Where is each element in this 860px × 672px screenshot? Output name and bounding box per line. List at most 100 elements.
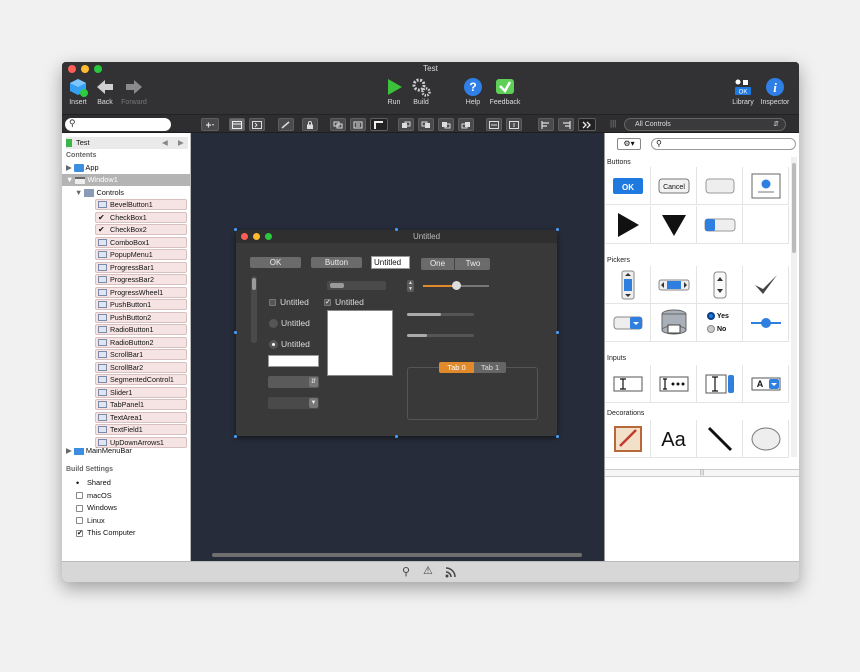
designed-window[interactable]: Untitled OK Button Untitled One Two ▲ ▼ U… xyxy=(236,230,557,436)
resize-handle-mr[interactable] xyxy=(556,331,559,334)
control-item[interactable]: ProgressBar2 xyxy=(95,274,187,285)
push-button[interactable]: Button xyxy=(311,257,362,268)
lib-disclosure-right[interactable] xyxy=(605,206,651,244)
radio-button-1[interactable]: Untitled xyxy=(269,318,310,329)
build-target[interactable]: ✔ This Computer xyxy=(76,527,135,539)
text-area[interactable] xyxy=(327,310,393,376)
tab-panel[interactable]: Tab 0 Tab 1 xyxy=(407,362,538,420)
align-left-button[interactable] xyxy=(398,118,414,131)
lib-push-button[interactable]: Cancel xyxy=(651,167,697,205)
control-item[interactable]: ✔ CheckBox2 xyxy=(95,224,187,235)
segmented-control[interactable]: One Two xyxy=(421,258,490,270)
align-right-button[interactable] xyxy=(418,118,434,131)
lib-popup-menu[interactable] xyxy=(605,304,651,342)
lib-label[interactable]: Aa xyxy=(651,420,697,458)
lock-button[interactable] xyxy=(302,118,318,131)
control-item[interactable]: PopupMenu1 xyxy=(95,249,187,260)
control-item[interactable]: ProgressBar1 xyxy=(95,261,187,273)
lib-rectangle-button[interactable] xyxy=(697,167,743,205)
code-view-button[interactable] xyxy=(249,118,265,131)
resize-handle-br[interactable] xyxy=(556,435,559,438)
lib-stepper[interactable] xyxy=(697,266,743,304)
navigator-search-field[interactable]: ⚲ xyxy=(65,118,171,131)
slider[interactable] xyxy=(423,281,489,290)
corner-button[interactable] xyxy=(370,118,388,131)
control-item[interactable]: TextField1 xyxy=(95,424,187,435)
lib-canvas[interactable] xyxy=(605,420,651,458)
library-split-handle[interactable]: ||| xyxy=(605,469,799,477)
segment-two[interactable]: Two xyxy=(456,258,490,270)
distribute-v-button[interactable] xyxy=(506,118,522,131)
control-item[interactable]: ProgressWheel1 xyxy=(95,286,187,298)
nav-item-mainmenubar[interactable]: ▶ MainMenuBar xyxy=(66,445,132,457)
lib-disclosure-down[interactable] xyxy=(651,206,697,244)
nav-item-controls[interactable]: ▼ Controls xyxy=(75,187,124,199)
control-item[interactable]: PushButton2 xyxy=(95,311,187,323)
lib-image-well-button[interactable] xyxy=(743,167,789,205)
lib-oval[interactable] xyxy=(743,420,789,458)
lib-bevel-button[interactable]: OK xyxy=(605,167,651,205)
control-item[interactable]: Slider1 xyxy=(95,386,187,398)
control-item[interactable]: BevelButton1 xyxy=(95,199,187,210)
control-item[interactable]: ✔ CheckBox1 xyxy=(95,211,187,223)
lib-number-field[interactable] xyxy=(697,365,743,403)
lib-segmented-button[interactable] xyxy=(697,206,743,244)
control-item[interactable]: RadioButton2 xyxy=(95,336,187,348)
library-action-button[interactable]: ⚙▾ xyxy=(617,138,641,150)
lib-horizontal-scroller[interactable] xyxy=(651,266,697,304)
checkbox-2[interactable]: ✓ Untitled xyxy=(324,297,364,308)
project-row[interactable]: Test ◀ ▶ xyxy=(66,137,188,149)
popup-menu[interactable]: ⇵ xyxy=(268,376,319,388)
nav-item-app[interactable]: ▶ App xyxy=(66,162,99,174)
library-scrollbar[interactable] xyxy=(791,157,797,457)
scrollbar-thumb[interactable] xyxy=(252,278,256,290)
align-bottom-button[interactable] xyxy=(458,118,474,131)
lib-text-field[interactable] xyxy=(605,365,651,403)
horizontal-scrollbar[interactable] xyxy=(327,281,386,290)
layout-view-button[interactable] xyxy=(229,118,245,131)
forward-button[interactable]: Forward xyxy=(113,77,155,106)
build-target[interactable]: macOS xyxy=(76,490,112,502)
align-centers-button[interactable] xyxy=(558,118,574,131)
control-item[interactable]: TextArea1 xyxy=(95,411,187,423)
build-target[interactable]: • Shared xyxy=(76,477,111,489)
build-button[interactable]: Build xyxy=(400,77,442,106)
build-target[interactable]: Windows xyxy=(76,502,117,514)
control-item[interactable]: RadioButton1 xyxy=(95,324,187,335)
popup-menu-2[interactable]: ▼ xyxy=(268,397,319,409)
group-button[interactable] xyxy=(330,118,346,131)
control-item[interactable]: ScrollBar2 xyxy=(95,361,187,373)
lib-up-down-arrows[interactable] xyxy=(605,266,651,304)
add-item-button[interactable] xyxy=(201,118,219,131)
checkbox-1[interactable]: Untitled xyxy=(269,297,309,308)
segment-one[interactable]: One xyxy=(421,258,455,270)
resize-handle-tl[interactable] xyxy=(234,228,237,231)
lib-password-field[interactable] xyxy=(651,365,697,403)
control-item[interactable]: ScrollBar1 xyxy=(95,349,187,360)
slider-knob[interactable] xyxy=(451,281,461,290)
rss-feed-icon[interactable] xyxy=(445,567,456,578)
inspector-button[interactable]: i Inspector xyxy=(754,77,796,106)
lib-slider[interactable] xyxy=(743,304,789,342)
align-top-button[interactable] xyxy=(438,118,454,131)
up-down-arrows[interactable]: ▲ ▼ xyxy=(407,280,414,292)
bevel-button[interactable]: OK xyxy=(250,257,301,268)
layout-canvas[interactable]: Untitled OK Button Untitled One Two ▲ ▼ U… xyxy=(191,133,604,561)
lib-database-picker[interactable] xyxy=(651,304,697,342)
control-item[interactable]: SegmentedControl1 xyxy=(95,374,187,385)
control-item[interactable]: ComboBox1 xyxy=(95,236,187,248)
library-search-field[interactable]: ⚲ xyxy=(651,138,796,150)
resize-handle-tm[interactable] xyxy=(395,228,398,231)
tab-0[interactable]: Tab 0 xyxy=(439,362,474,373)
edit-button[interactable] xyxy=(278,118,294,131)
lib-checkbox[interactable] xyxy=(743,266,789,304)
canvas-horizontal-scrollbar[interactable] xyxy=(212,553,582,557)
lib-line[interactable] xyxy=(697,420,743,458)
warning-icon[interactable]: ⚠ xyxy=(423,564,433,577)
tab-1[interactable]: Tab 1 xyxy=(474,362,506,373)
control-item[interactable]: TabPanel1 xyxy=(95,399,187,410)
search-icon[interactable]: ⚲ xyxy=(402,565,410,578)
distribute-h-button[interactable] xyxy=(486,118,502,131)
resize-handle-ml[interactable] xyxy=(234,331,237,334)
vertical-scrollbar[interactable] xyxy=(251,276,257,343)
